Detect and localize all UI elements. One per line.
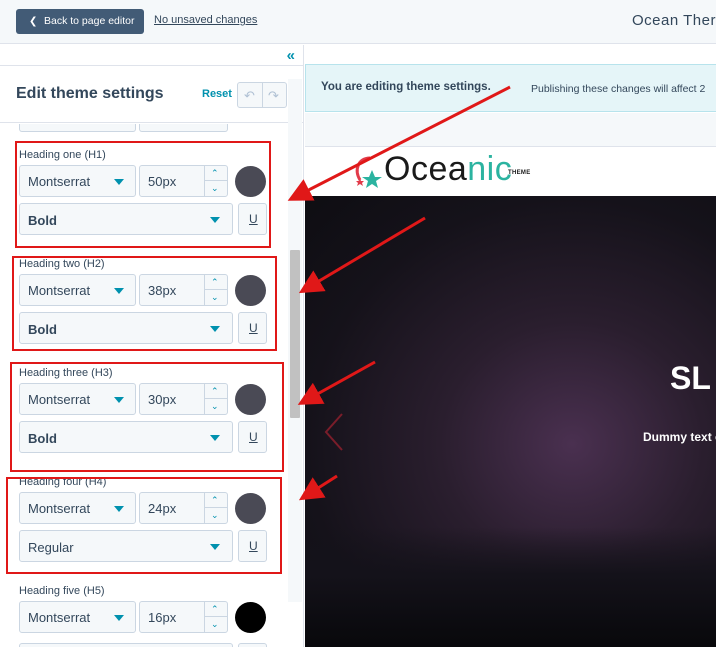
editing-notice-banner: You are editing theme settings. Publishi… xyxy=(305,64,716,112)
logo-tag: THEME xyxy=(508,170,531,176)
highlight-box-h2 xyxy=(12,256,277,351)
heading-h5-settings: Heading five (H5) Montserrat 16px ⌃ ⌄ xyxy=(0,585,288,647)
logo-accent-text: nic xyxy=(467,150,513,188)
highlight-box-h1 xyxy=(15,141,271,248)
stepper-divider xyxy=(205,616,228,617)
color-swatch[interactable] xyxy=(235,602,266,633)
highlight-box-h4 xyxy=(6,477,282,574)
hero-subtitle: Dummy text o xyxy=(643,430,716,444)
unsaved-changes-link[interactable]: No unsaved changes xyxy=(154,14,257,26)
font-family-select[interactable]: Montserrat xyxy=(19,601,136,633)
size-stepper: ⌃ ⌄ xyxy=(204,602,228,632)
hero-crowd-overlay xyxy=(305,527,716,647)
caret-down-icon xyxy=(114,615,124,621)
chevron-up-icon[interactable]: ⌃ xyxy=(211,605,219,614)
font-size-input[interactable]: 16px ⌃ ⌄ xyxy=(139,601,228,633)
redo-icon[interactable]: ↷ xyxy=(268,88,279,104)
banner-text: Publishing these changes will affect 2 xyxy=(531,83,706,95)
font-family-value: Montserrat xyxy=(28,610,91,625)
hero-slider xyxy=(305,196,716,647)
logo-main-text: Ocea xyxy=(384,150,468,188)
heading-label: Heading five (H5) xyxy=(19,585,105,597)
back-to-page-editor-button[interactable]: ❮ Back to page editor xyxy=(16,9,144,34)
font-weight-select[interactable] xyxy=(19,643,233,647)
underline-button[interactable] xyxy=(238,643,267,647)
panel-title: Edit theme settings xyxy=(16,85,164,102)
highlight-box-h3 xyxy=(10,362,284,472)
chevron-down-icon[interactable]: ⌄ xyxy=(211,620,219,629)
banner-bold-text: You are editing theme settings. xyxy=(321,81,491,93)
partial-size-input xyxy=(139,124,228,132)
undo-redo-group: ↶ ↷ xyxy=(237,82,287,108)
site-title: Ocean Ther xyxy=(632,12,716,29)
font-size-value: 16px xyxy=(148,610,177,625)
partial-setting-row xyxy=(0,124,288,134)
partial-font-select xyxy=(19,124,136,132)
hero-title: SL xyxy=(670,360,711,396)
collapse-panel-icon[interactable]: « xyxy=(287,47,295,64)
slider-prev-arrow-icon[interactable] xyxy=(322,412,350,452)
reset-button[interactable]: Reset xyxy=(202,88,232,100)
back-button-label: Back to page editor xyxy=(44,15,135,27)
panel-scrollbar-thumb[interactable] xyxy=(290,250,300,418)
chevron-left-icon: ❮ xyxy=(29,16,38,27)
undo-redo-divider xyxy=(262,83,263,107)
panel-header: Edit theme settings Reset ↶ ↷ xyxy=(0,65,303,123)
undo-icon[interactable]: ↶ xyxy=(244,88,255,104)
logo-wordmark: Oceanic xyxy=(384,150,512,189)
top-bar: ❮ Back to page editor No unsaved changes… xyxy=(0,0,716,44)
